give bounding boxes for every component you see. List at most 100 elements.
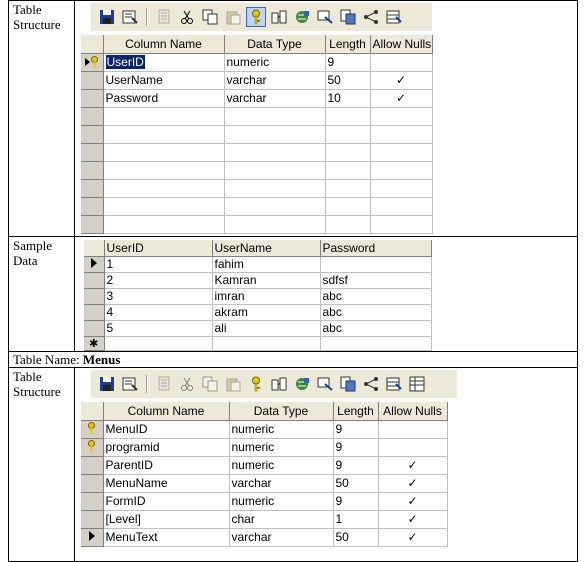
header-data-type[interactable]: Data Type [229, 402, 334, 421]
userid-cell[interactable]: 1 [104, 256, 213, 273]
table-row[interactable]: FormID numeric 9 ✓ [81, 492, 448, 511]
table-row[interactable]: Password varchar 10 ✓ [81, 89, 433, 108]
column-name-cell[interactable]: UserID [105, 55, 145, 69]
header-length[interactable]: Length [333, 402, 379, 421]
table-row[interactable]: UserName varchar 50 ✓ [81, 71, 433, 90]
table-row[interactable]: [Level] char 1 ✓ [81, 510, 448, 529]
new-relationship-icon[interactable] [338, 374, 358, 394]
properties-icon[interactable] [120, 374, 140, 394]
table-row[interactable]: 3 imran abc [84, 288, 432, 305]
row-selector[interactable] [81, 510, 104, 529]
manage-checks-icon[interactable] [361, 374, 381, 394]
copy-icon[interactable] [200, 374, 220, 394]
table-view-icon[interactable] [384, 7, 404, 27]
row-selector[interactable] [81, 89, 104, 108]
header-allow-nulls[interactable]: Allow Nulls [378, 402, 448, 421]
password-cell[interactable] [320, 256, 432, 273]
header-data-type[interactable]: Data Type [224, 35, 326, 54]
userid-cell[interactable]: 2 [104, 272, 213, 289]
row-selector[interactable] [84, 272, 105, 289]
table-view-icon[interactable] [384, 374, 404, 394]
empty-row[interactable] [81, 125, 433, 144]
username-cell[interactable]: fahim [212, 256, 321, 273]
data-type-cell[interactable]: varchar [224, 89, 326, 108]
table-row[interactable]: 4 akram abc [84, 304, 432, 321]
manage-constraints-icon[interactable] [315, 374, 335, 394]
empty-row[interactable] [81, 215, 433, 234]
paste-icon[interactable] [223, 374, 243, 394]
allow-nulls-cell[interactable] [378, 438, 448, 457]
properties-icon[interactable] [120, 7, 140, 27]
manage-checks-icon[interactable] [361, 7, 381, 27]
column-name-cell[interactable]: MenuName [103, 474, 230, 493]
password-cell[interactable]: abc [320, 288, 432, 305]
table-row[interactable]: ParentID numeric 9 ✓ [81, 456, 448, 475]
row-selector[interactable] [81, 492, 104, 511]
userid-cell[interactable]: 4 [104, 304, 213, 321]
username-cell[interactable]: imran [212, 288, 321, 305]
allow-nulls-cell[interactable]: ✓ [370, 89, 433, 108]
manage-relationships-icon[interactable] [269, 374, 289, 394]
data-type-cell[interactable]: numeric [229, 492, 334, 511]
empty-row[interactable] [81, 179, 433, 198]
column-name-cell[interactable]: MenuText [103, 528, 230, 547]
username-cell[interactable]: ali [212, 320, 321, 337]
primary-key-icon[interactable] [246, 374, 266, 394]
length-cell[interactable]: 9 [333, 420, 379, 439]
row-selector[interactable] [81, 420, 104, 439]
empty-row[interactable] [81, 197, 433, 216]
userid-cell[interactable]: 3 [104, 288, 213, 305]
header-userid[interactable]: UserID [104, 240, 213, 257]
new-row-marker-icon[interactable]: ✱ [84, 336, 105, 351]
grid-view-icon[interactable] [407, 374, 427, 394]
data-type-cell[interactable]: varchar [224, 71, 326, 90]
header-username[interactable]: UserName [212, 240, 321, 257]
allow-nulls-cell[interactable] [378, 420, 448, 439]
length-cell[interactable]: 9 [325, 53, 371, 72]
length-cell[interactable]: 1 [333, 510, 379, 529]
data-type-cell[interactable]: varchar [229, 528, 334, 547]
save-icon[interactable] [97, 374, 117, 394]
copy-icon[interactable] [200, 7, 220, 27]
allow-nulls-cell[interactable]: ✓ [378, 492, 448, 511]
empty-row[interactable] [81, 107, 433, 126]
save-icon[interactable] [97, 7, 117, 27]
row-selector[interactable] [81, 71, 104, 90]
table-row[interactable]: programid numeric 9 [81, 438, 448, 457]
table-row[interactable]: 5 ali abc [84, 320, 432, 337]
manage-relationships-icon[interactable] [269, 7, 289, 27]
row-selector[interactable] [81, 474, 104, 493]
length-cell[interactable]: 9 [333, 456, 379, 475]
data-type-cell[interactable]: numeric [229, 456, 334, 475]
allow-nulls-cell[interactable]: ✓ [378, 456, 448, 475]
allow-nulls-cell[interactable]: ✓ [378, 510, 448, 529]
paste-icon[interactable] [223, 7, 243, 27]
row-selector[interactable] [81, 528, 104, 547]
table-row[interactable]: 2 Kamran sdfsf [84, 272, 432, 289]
new-relationship-icon[interactable] [338, 7, 358, 27]
data-type-cell[interactable]: varchar [229, 474, 334, 493]
empty-row[interactable] [81, 143, 433, 162]
data-type-cell[interactable]: char [229, 510, 334, 529]
length-cell[interactable]: 9 [333, 492, 379, 511]
password-cell[interactable]: abc [320, 320, 432, 337]
table-row[interactable]: 1 fahim [84, 256, 432, 273]
row-selector[interactable] [81, 438, 104, 457]
empty-row[interactable] [81, 161, 433, 180]
column-name-cell[interactable]: programid [103, 438, 230, 457]
row-selector[interactable] [84, 256, 105, 273]
table-row[interactable]: UserID numeric 9 [81, 53, 433, 72]
table-row[interactable]: MenuText varchar 50 ✓ [81, 528, 448, 547]
column-name-cell[interactable]: Password [103, 89, 225, 108]
column-name-cell[interactable]: ParentID [103, 456, 230, 475]
length-cell[interactable]: 50 [333, 528, 379, 547]
row-selector[interactable] [84, 304, 105, 321]
table-row[interactable]: MenuName varchar 50 ✓ [81, 474, 448, 493]
header-column-name[interactable]: Column Name [103, 402, 230, 421]
primary-key-icon[interactable] [246, 7, 266, 27]
username-cell[interactable]: Kamran [212, 272, 321, 289]
row-selector[interactable] [84, 288, 105, 305]
length-cell[interactable]: 10 [325, 89, 371, 108]
password-cell[interactable]: abc [320, 304, 432, 321]
length-cell[interactable]: 9 [333, 438, 379, 457]
